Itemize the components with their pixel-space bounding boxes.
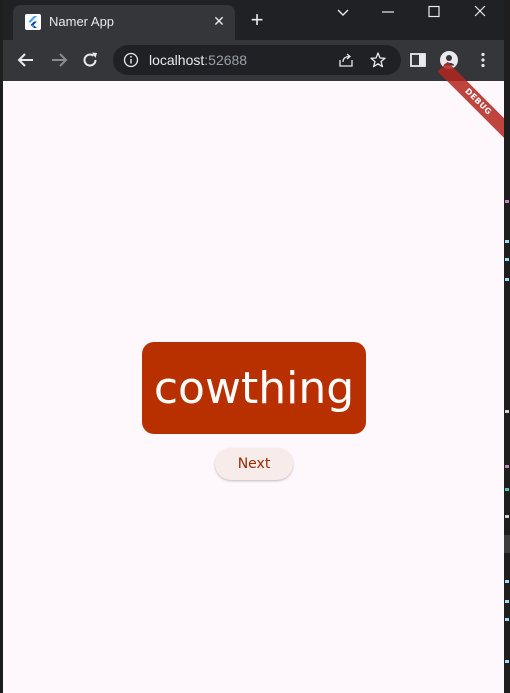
browser-toolbar: localhost:52688 (3, 40, 504, 81)
forward-arrow-icon[interactable] (49, 50, 69, 70)
editor-glyph (505, 660, 509, 663)
flutter-icon (25, 14, 41, 30)
tab-namer-app[interactable]: Namer App ✕ (13, 5, 235, 40)
more-menu-icon[interactable] (473, 50, 493, 70)
editor-panel (504, 535, 510, 553)
editor-glyph (505, 488, 509, 491)
minimize-icon[interactable] (378, 3, 398, 21)
url-text[interactable]: localhost:52688 (149, 52, 247, 68)
editor-glyph (505, 410, 509, 413)
share-icon[interactable] (337, 51, 355, 69)
next-button[interactable]: Next (215, 448, 293, 480)
bookmark-star-icon[interactable] (369, 51, 387, 69)
editor-glyph (505, 515, 509, 518)
editor-glyph (505, 465, 509, 468)
close-icon[interactable]: ✕ (211, 13, 227, 29)
window-close-icon[interactable] (470, 3, 490, 21)
tab-title: Namer App (49, 14, 115, 29)
editor-glyph (505, 580, 509, 583)
word-pair-card: cowthing (142, 342, 366, 434)
maximize-icon[interactable] (424, 3, 444, 21)
address-bar[interactable]: localhost:52688 (113, 45, 401, 75)
side-panel-icon[interactable] (408, 50, 428, 70)
tab-search-chevron-icon[interactable] (333, 3, 353, 21)
editor-glyph (505, 278, 509, 281)
tab-strip: Namer App ✕ + (3, 0, 504, 40)
background-editor-right (504, 0, 510, 693)
editor-glyph (505, 258, 509, 261)
editor-glyph (505, 200, 509, 203)
reload-icon[interactable] (80, 50, 100, 70)
app-content: DEBUG cowthing Next (3, 61, 504, 693)
back-arrow-icon[interactable] (16, 50, 36, 70)
info-icon[interactable] (123, 52, 139, 68)
browser-window: Namer App ✕ + localhost:52688 DEBUG cowt… (3, 0, 504, 693)
editor-glyph (505, 240, 509, 243)
editor-glyph (505, 618, 509, 621)
word-pair-text: cowthing (153, 362, 355, 414)
new-tab-button[interactable]: + (247, 9, 267, 31)
url-host: localhost (149, 52, 205, 68)
url-port: :52688 (204, 52, 248, 68)
editor-glyph (505, 600, 509, 603)
